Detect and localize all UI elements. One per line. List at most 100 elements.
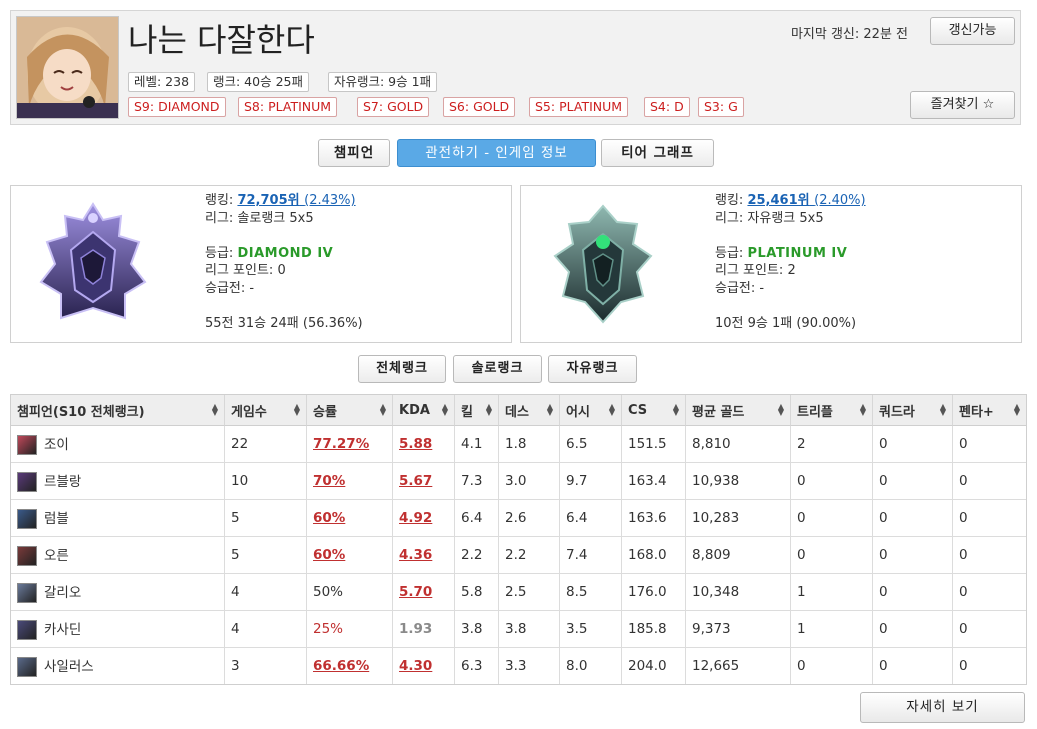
gold-cell: 10,348 xyxy=(686,574,791,611)
games-value: 3 xyxy=(231,658,240,674)
kills-value: 3.8 xyxy=(461,621,483,637)
filter-flex-rank-button[interactable]: 자유랭크 xyxy=(548,355,637,383)
triple-cell: 0 xyxy=(791,537,873,574)
kills-cell: 7.3 xyxy=(455,463,499,500)
champion-cell: 카사딘 xyxy=(11,611,225,648)
cs-cell: 204.0 xyxy=(622,648,686,684)
solo-rank-box: 랭킹: 72,705위 (2.43%) 리그: 솔로랭크 5x5 등급: DIA… xyxy=(10,185,512,343)
past-tier-s9: S9: DIAMOND xyxy=(128,97,226,117)
kills-value: 5.8 xyxy=(461,584,483,600)
tab-tier-graph[interactable]: 티어 그래프 xyxy=(601,139,714,167)
assists-value: 9.7 xyxy=(566,473,588,489)
solo-ranking-label: 랭킹: xyxy=(205,193,234,208)
games-value: 5 xyxy=(231,510,240,526)
games-value: 4 xyxy=(231,584,240,600)
assists-cell: 7.4 xyxy=(560,537,622,574)
tab-spectate[interactable]: 관전하기 - 인게임 정보 xyxy=(397,139,596,167)
kills-cell: 6.4 xyxy=(455,500,499,537)
summoner-avatar xyxy=(16,16,119,119)
refresh-button[interactable]: 갱신가능 xyxy=(930,17,1015,45)
champion-cell: 조이 xyxy=(11,426,225,463)
solo-ranking-pct: (2.43%) xyxy=(304,193,356,208)
games-value: 4 xyxy=(231,621,240,637)
column-header-8[interactable]: 평균 골드 ▲ ▼ xyxy=(686,395,791,426)
view-details-button[interactable]: 자세히 보기 xyxy=(860,692,1025,723)
flex-grade: PLATINUM IV xyxy=(747,245,848,261)
summoner-name: 나는 다잘한다 xyxy=(128,21,315,59)
column-header-label: CS xyxy=(628,402,648,418)
column-header-10[interactable]: 쿼드라 ▲ ▼ xyxy=(873,395,953,426)
filter-all-rank-button[interactable]: 전체랭크 xyxy=(358,355,446,383)
deaths-value: 2.2 xyxy=(505,547,527,563)
column-header-6[interactable]: 어시 ▲ ▼ xyxy=(560,395,622,426)
cs-value: 204.0 xyxy=(628,658,667,674)
assists-value: 6.4 xyxy=(566,510,588,526)
assists-value: 8.5 xyxy=(566,584,588,600)
sort-arrows-icon: ▲ ▼ xyxy=(1013,402,1020,417)
past-tier-s7: S7: GOLD xyxy=(357,97,430,117)
champion-name: 카사딘 xyxy=(44,622,82,638)
gold-value: 10,283 xyxy=(692,510,740,526)
column-header-label: 평균 골드 xyxy=(692,404,745,420)
champion-name: 갈리오 xyxy=(44,585,82,601)
champion-cell: 오른 xyxy=(11,537,225,574)
column-header-11[interactable]: 펜타+ ▲ ▼ xyxy=(953,395,1026,426)
filter-solo-rank-button[interactable]: 솔로랭크 xyxy=(453,355,542,383)
column-header-0[interactable]: 챔피언(S10 전체랭크) ▲ ▼ xyxy=(11,395,225,426)
penta-cell: 0 xyxy=(953,611,1026,648)
cs-value: 151.5 xyxy=(628,436,667,452)
champion-portrait-icon xyxy=(17,620,37,640)
kda-cell: 4.36 xyxy=(393,537,455,574)
kills-cell: 2.2 xyxy=(455,537,499,574)
quadra-cell: 0 xyxy=(873,537,953,574)
gold-value: 12,665 xyxy=(692,658,740,674)
penta-value: 0 xyxy=(959,547,968,563)
deaths-cell: 2.5 xyxy=(499,574,560,611)
deaths-cell: 2.6 xyxy=(499,500,560,537)
triple-cell: 0 xyxy=(791,648,873,684)
column-header-3[interactable]: KDA ▲ ▼ xyxy=(393,395,455,426)
column-header-1[interactable]: 게임수 ▲ ▼ xyxy=(225,395,307,426)
column-header-2[interactable]: 승률 ▲ ▼ xyxy=(307,395,393,426)
column-header-5[interactable]: 데스 ▲ ▼ xyxy=(499,395,560,426)
deaths-value: 3.0 xyxy=(505,473,527,489)
flex-ranking-pct: (2.40%) xyxy=(814,193,866,208)
champion-name: 조이 xyxy=(44,437,69,453)
kda-value: 4.30 xyxy=(399,658,433,674)
winrate-cell: 50% xyxy=(307,574,393,611)
column-header-7[interactable]: CS ▲ ▼ xyxy=(622,395,686,426)
triple-value: 2 xyxy=(797,436,806,452)
games-value: 22 xyxy=(231,436,249,452)
winrate-cell: 25% xyxy=(307,611,393,648)
quadra-value: 0 xyxy=(879,547,888,563)
gold-cell: 10,283 xyxy=(686,500,791,537)
assists-cell: 8.0 xyxy=(560,648,622,684)
winrate-cell: 77.27% xyxy=(307,426,393,463)
favorite-button[interactable]: 즐겨찾기 ☆ xyxy=(910,91,1015,119)
table-body: 조이 22 77.27% 5.88 4.1 1.8 6.5 151.5 8,810 2 0 0 르블랑 1… xyxy=(11,426,1026,684)
quadra-cell: 0 xyxy=(873,500,953,537)
gold-value: 10,938 xyxy=(692,473,740,489)
past-tier-s8: S8: PLATINUM xyxy=(238,97,338,117)
kda-value: 1.93 xyxy=(399,621,433,637)
sort-arrows-icon: ▲ ▼ xyxy=(608,402,615,417)
champion-cell: 르블랑 xyxy=(11,463,225,500)
flex-ranking-link[interactable]: 25,461위 (2.40%) xyxy=(747,193,865,208)
solo-ranking-link[interactable]: 72,705위 (2.43%) xyxy=(237,193,355,208)
quadra-value: 0 xyxy=(879,584,888,600)
gold-cell: 8,810 xyxy=(686,426,791,463)
kda-cell: 5.67 xyxy=(393,463,455,500)
solo-record: 55전 31승 24패 (56.36%) xyxy=(205,316,363,332)
quadra-value: 0 xyxy=(879,510,888,526)
column-header-9[interactable]: 트리플 ▲ ▼ xyxy=(791,395,873,426)
tab-champion[interactable]: 챔피언 xyxy=(318,139,390,167)
assists-cell: 6.5 xyxy=(560,426,622,463)
column-header-4[interactable]: 킬 ▲ ▼ xyxy=(455,395,499,426)
quadra-cell: 0 xyxy=(873,426,953,463)
cs-cell: 168.0 xyxy=(622,537,686,574)
games-cell: 3 xyxy=(225,648,307,684)
deaths-value: 3.3 xyxy=(505,658,527,674)
assists-cell: 3.5 xyxy=(560,611,622,648)
column-header-label: 게임수 xyxy=(231,404,267,420)
winrate-value: 77.27% xyxy=(313,436,370,452)
